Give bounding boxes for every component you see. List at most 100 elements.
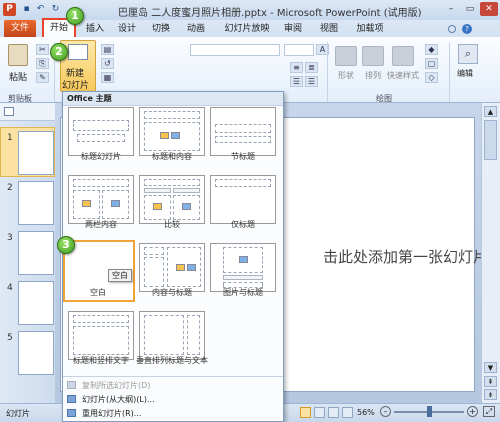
layout-icon[interactable]: ▤ xyxy=(101,44,114,55)
layout-content-with-caption[interactable] xyxy=(139,243,205,292)
layout-title-and-content[interactable] xyxy=(139,107,205,156)
save-icon[interactable]: ▪ xyxy=(21,4,32,15)
slide-sorter-icon[interactable] xyxy=(314,407,325,418)
layout-two-content[interactable] xyxy=(68,175,134,224)
align-center-icon[interactable]: ☰ xyxy=(305,76,318,87)
paste-label[interactable]: 粘贴 xyxy=(9,70,27,83)
copy-icon[interactable]: ⎘ xyxy=(36,58,49,69)
window-title: 巴厘岛 二人度蜜月照片相册.pptx - Microsoft PowerPoin… xyxy=(118,8,422,19)
tab-design[interactable]: 设计 xyxy=(114,22,140,37)
group-divider xyxy=(327,42,328,102)
layout-title-only[interactable] xyxy=(210,175,276,224)
tab-animations[interactable]: 动画 xyxy=(183,22,209,37)
layout-section-header[interactable] xyxy=(210,107,276,156)
layout-label: 比较 xyxy=(164,220,180,229)
layout-vertical-title-and-text[interactable] xyxy=(139,311,205,360)
powerpoint-app-icon[interactable]: P xyxy=(3,3,16,16)
slide-title-placeholder[interactable]: 击此处添加第一张幻灯片 xyxy=(323,246,488,267)
close-icon[interactable]: ✕ xyxy=(480,2,498,16)
layout-label: 图片与标题 xyxy=(223,288,263,297)
quick-styles-label[interactable]: 快速样式 xyxy=(387,70,419,81)
zoom-out-icon[interactable]: – xyxy=(380,406,391,417)
slide-thumbnail[interactable] xyxy=(18,231,54,275)
editing-label[interactable]: 编辑 xyxy=(457,68,473,79)
shape-effects-icon[interactable]: ◇ xyxy=(425,72,438,83)
minimize-ribbon-icon[interactable] xyxy=(448,25,456,33)
normal-view-icon[interactable] xyxy=(300,407,311,418)
shape-fill-icon[interactable]: ◆ xyxy=(425,44,438,55)
layout-comparison[interactable] xyxy=(139,175,205,224)
scroll-up-icon[interactable]: ▲ xyxy=(484,106,497,117)
tab-slideshow[interactable]: 幻灯片放映 xyxy=(222,22,272,37)
menu-reuse-slides[interactable]: 重用幻灯片(R)... xyxy=(82,408,141,419)
scroll-down-icon[interactable]: ▼ xyxy=(484,362,497,373)
slideshow-icon[interactable] xyxy=(342,407,353,418)
slide-thumbnail[interactable] xyxy=(18,181,54,225)
slide-thumbnail[interactable] xyxy=(18,131,54,175)
tab-review[interactable]: 审阅 xyxy=(280,22,306,37)
tab-insert[interactable]: 插入 xyxy=(82,22,108,37)
format-painter-icon[interactable]: ✎ xyxy=(36,72,49,83)
layout-title-and-vertical-text[interactable] xyxy=(68,311,134,360)
layout-picture-with-caption[interactable] xyxy=(210,243,276,292)
menu-slides-from-outline[interactable]: 幻灯片(从大纲)(L)... xyxy=(82,394,155,405)
step-badge: 2 xyxy=(50,43,68,61)
shapes-icon[interactable] xyxy=(335,46,357,66)
layout-label: 两栏内容 xyxy=(85,220,117,229)
slide-number: 1 xyxy=(7,133,13,143)
step-badge: 3 xyxy=(57,236,75,254)
tab-view[interactable]: 视图 xyxy=(316,22,342,37)
tab-transitions[interactable]: 切换 xyxy=(148,22,174,37)
blank-tooltip: 空白 xyxy=(108,269,132,282)
arrange-icon[interactable] xyxy=(362,46,384,66)
maximize-icon[interactable]: ▭ xyxy=(461,2,479,16)
layout-label: 仅标题 xyxy=(231,220,255,229)
align-left-icon[interactable]: ☰ xyxy=(290,76,303,87)
slide-thumbnail[interactable] xyxy=(18,331,54,375)
layout-title-slide[interactable] xyxy=(68,107,134,156)
bullets-icon[interactable]: ≡ xyxy=(290,62,303,73)
reuse-slides-icon xyxy=(67,409,76,417)
dropdown-header: Office 主题 xyxy=(63,92,283,106)
font-name-combo[interactable] xyxy=(190,44,280,56)
group-divider xyxy=(449,42,450,102)
reset-icon[interactable]: ↺ xyxy=(101,58,114,69)
slide-number: 3 xyxy=(7,233,13,243)
prev-slide-icon[interactable]: ⇞ xyxy=(484,376,497,387)
status-slide-info: 幻灯片 xyxy=(6,409,30,418)
tab-addins[interactable]: 加载项 xyxy=(352,22,388,37)
binoculars-icon[interactable]: ⌕ xyxy=(458,44,478,64)
numbering-icon[interactable]: ≣ xyxy=(305,62,318,73)
section-icon[interactable]: ▦ xyxy=(101,72,114,83)
menu-duplicate-slides[interactable]: 复制所选幻灯片(D) xyxy=(82,380,150,391)
cut-icon[interactable]: ✂ xyxy=(36,44,49,55)
layout-label: 标题和内容 xyxy=(152,152,192,161)
slide-number: 2 xyxy=(7,183,13,193)
redo-icon[interactable]: ↻ xyxy=(50,4,61,15)
arrange-label[interactable]: 排列 xyxy=(365,70,381,81)
undo-icon[interactable]: ↶ xyxy=(35,4,46,15)
zoom-slider-thumb[interactable] xyxy=(427,406,432,417)
reading-view-icon[interactable] xyxy=(328,407,339,418)
zoom-level[interactable]: 56% xyxy=(357,408,375,417)
quick-styles-icon[interactable] xyxy=(392,46,414,66)
font-size-combo[interactable] xyxy=(284,44,314,56)
scroll-thumb[interactable] xyxy=(484,120,497,160)
menu-divider xyxy=(63,376,283,377)
zoom-in-icon[interactable]: + xyxy=(467,406,478,417)
shapes-label[interactable]: 形状 xyxy=(338,70,354,81)
new-slide-icon xyxy=(68,44,88,60)
next-slide-icon[interactable]: ⇟ xyxy=(484,389,497,400)
step-badge: 1 xyxy=(66,7,84,25)
fit-to-window-icon[interactable]: ⤢ xyxy=(483,406,495,417)
duplicate-slide-icon xyxy=(67,381,76,389)
layout-label: 节标题 xyxy=(231,152,255,161)
paste-icon[interactable] xyxy=(8,44,28,66)
slide-number: 4 xyxy=(7,283,13,293)
minimize-icon[interactable]: – xyxy=(442,2,460,16)
tab-file[interactable]: 文件 xyxy=(4,20,36,37)
slides-tab-icon[interactable] xyxy=(4,107,14,116)
help-icon[interactable]: ? xyxy=(462,24,472,34)
shape-outline-icon[interactable]: ▢ xyxy=(425,58,438,69)
slide-thumbnail[interactable] xyxy=(18,281,54,325)
